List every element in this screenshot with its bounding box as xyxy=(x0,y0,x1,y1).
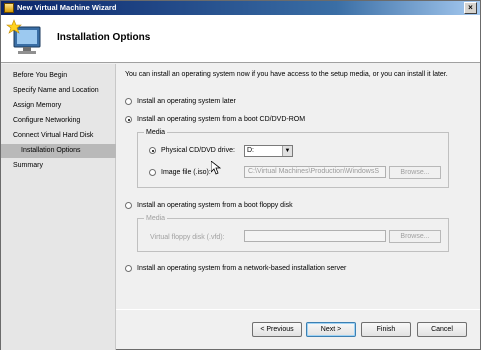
nav-item-networking[interactable]: Configure Networking xyxy=(1,114,116,128)
chevron-down-icon[interactable]: ▼ xyxy=(282,146,292,156)
monitor-star-icon xyxy=(6,19,41,54)
vfd-file-path[interactable] xyxy=(244,230,386,242)
page-title: Installation Options xyxy=(57,32,151,43)
floppy-media-legend: Media xyxy=(144,214,168,223)
drive-select-value: D: xyxy=(247,147,254,154)
label-install-network: Install an operating system from a netwo… xyxy=(137,265,347,272)
cancel-button[interactable]: Cancel xyxy=(417,322,467,337)
nav-item-virtual-hard-disk[interactable]: Connect Virtual Hard Disk xyxy=(1,129,116,143)
nav-item-installation-options[interactable]: Installation Options xyxy=(1,144,116,158)
radio-install-floppy[interactable] xyxy=(125,202,132,209)
close-button[interactable]: × xyxy=(464,2,477,14)
cd-media-legend: Media xyxy=(144,128,168,137)
label-install-floppy: Install an operating system from a boot … xyxy=(137,202,293,209)
mouse-cursor-icon xyxy=(211,161,221,175)
image-file-path[interactable]: C:\Virtual Machines\Production\WindowsS xyxy=(244,166,386,178)
intro-text: You can install an operating system now … xyxy=(125,71,448,78)
title-bar: New Virtual Machine Wizard × xyxy=(1,1,480,15)
window-title: New Virtual Machine Wizard xyxy=(17,3,117,12)
wizard-window: New Virtual Machine Wizard × Installatio… xyxy=(0,0,481,350)
label-physical-drive: Physical CD/DVD drive: xyxy=(161,147,235,154)
finish-button[interactable]: Finish xyxy=(361,322,411,337)
wizard-app-icon xyxy=(4,3,14,13)
radio-install-network[interactable] xyxy=(125,265,132,272)
wizard-header: Installation Options xyxy=(1,15,480,63)
cd-media-group: Media xyxy=(137,128,449,188)
nav-item-assign-memory[interactable]: Assign Memory xyxy=(1,99,116,113)
label-install-later: Install an operating system later xyxy=(137,98,236,105)
previous-button[interactable]: < Previous xyxy=(252,322,302,337)
drive-select[interactable]: D: ▼ xyxy=(244,145,293,157)
radio-image-file[interactable] xyxy=(149,169,156,176)
radio-physical-drive[interactable] xyxy=(149,147,156,154)
radio-install-cd[interactable] xyxy=(125,116,132,123)
browse-vfd-button[interactable]: Browse... xyxy=(389,230,441,243)
label-image-file: Image file (.iso): xyxy=(161,169,211,176)
label-vfd: Virtual floppy disk (.vfd): xyxy=(150,234,225,241)
wizard-nav: Before You Begin Specify Name and Locati… xyxy=(1,64,116,350)
next-button[interactable]: Next > xyxy=(306,322,356,337)
label-install-cd: Install an operating system from a boot … xyxy=(137,116,306,123)
browse-image-button[interactable]: Browse... xyxy=(389,166,441,179)
nav-item-summary[interactable]: Summary xyxy=(1,159,116,173)
nav-item-before-you-begin[interactable]: Before You Begin xyxy=(1,69,116,83)
footer-separator xyxy=(116,309,480,310)
nav-item-name-location[interactable]: Specify Name and Location xyxy=(1,84,116,98)
radio-install-later[interactable] xyxy=(125,98,132,105)
